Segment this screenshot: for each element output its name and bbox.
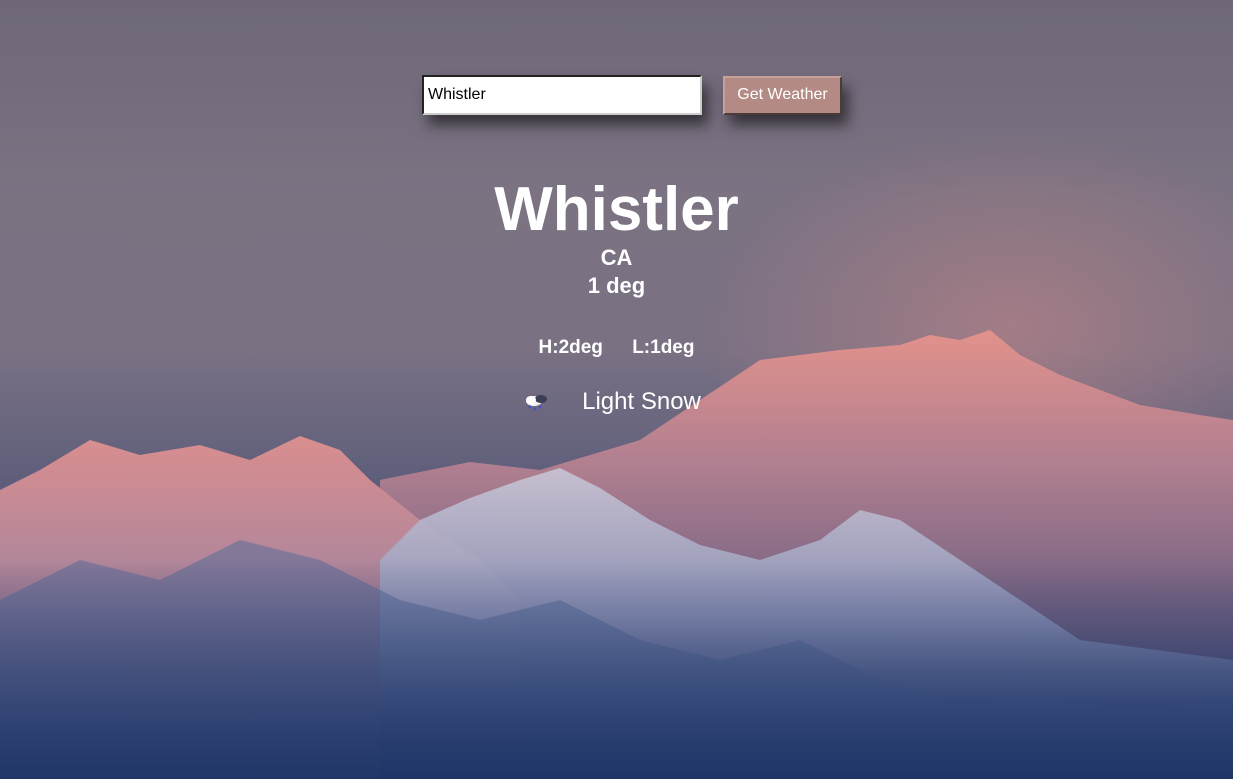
low-temperature: L:1deg [632,337,695,358]
search-bar: Get Weather [422,75,842,115]
city-name: Whistler [494,175,739,244]
weather-app-page: Get Weather Whistler CA 1 deg H:2deg L:1… [0,0,1233,779]
condition-text: Light Snow [582,388,701,415]
weather-condition: Light Snow [0,386,1233,418]
current-temperature: 1 deg [587,273,646,298]
get-weather-button[interactable]: Get Weather [723,75,842,115]
city-search-input[interactable] [422,75,702,115]
high-low-temperatures: H:2deg L:1deg [0,336,1233,360]
country-code: CA [600,245,633,270]
light-snow-icon [526,395,548,411]
high-temperature: H:2deg [538,337,603,358]
